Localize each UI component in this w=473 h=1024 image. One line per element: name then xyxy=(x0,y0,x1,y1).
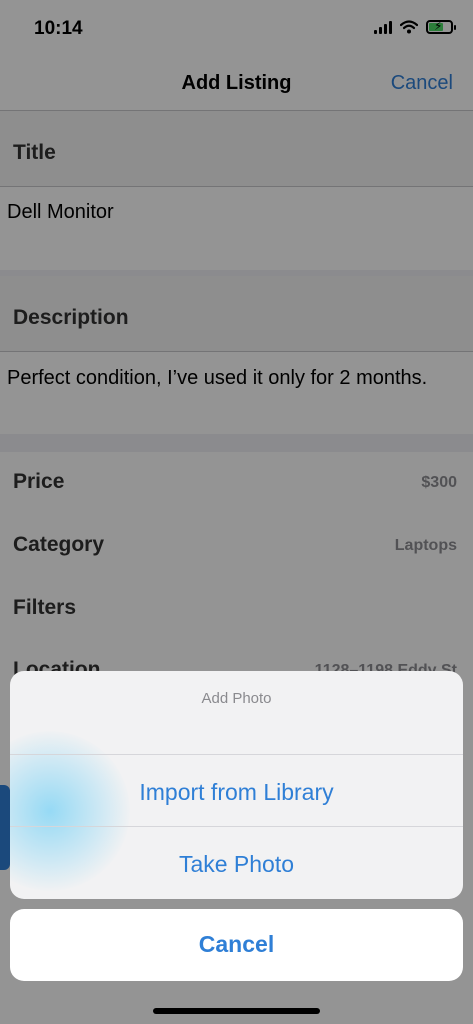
action-sheet-separator xyxy=(10,826,463,827)
add-photo-action-sheet: Add Photo Import from Library Take Photo xyxy=(10,671,463,899)
take-photo-button[interactable]: Take Photo xyxy=(10,851,463,878)
import-from-library-button[interactable]: Import from Library xyxy=(10,779,463,806)
action-sheet-cancel-button[interactable]: Cancel xyxy=(10,909,463,981)
home-indicator[interactable] xyxy=(153,1008,320,1014)
action-sheet-title: Add Photo xyxy=(201,690,272,707)
action-sheet-cancel-label: Cancel xyxy=(198,931,275,957)
action-sheet-separator xyxy=(10,754,463,755)
